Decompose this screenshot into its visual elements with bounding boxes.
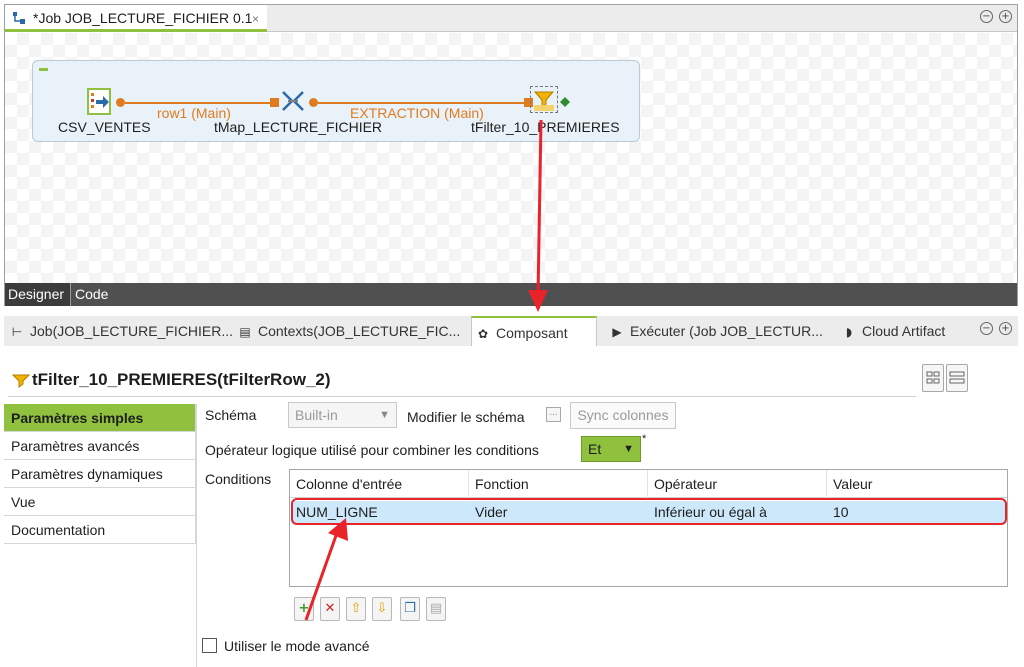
- schema-select[interactable]: Built-in ▼: [288, 402, 397, 428]
- chevron-down-icon: ▼: [379, 409, 390, 421]
- tab-job[interactable]: ⊢ Job(JOB_LECTURE_FICHIER...: [10, 316, 233, 346]
- tab-cloud-artifact[interactable]: ◗ Cloud Artifact: [842, 316, 945, 346]
- column-header-operator[interactable]: Opérateur: [648, 470, 827, 498]
- nav-item-advanced[interactable]: Paramètres avancés: [4, 432, 196, 460]
- logical-operator-select[interactable]: Et ▼: [581, 436, 641, 462]
- reject-connector-icon[interactable]: [559, 96, 571, 108]
- nav-separator: [196, 404, 197, 667]
- tab-composant[interactable]: ✿ Composant: [471, 316, 597, 346]
- conditions-label: Conditions: [205, 471, 272, 487]
- link-extraction-label[interactable]: EXTRACTION (Main): [350, 105, 484, 121]
- settings-nav: Paramètres simples Paramètres avancés Pa…: [4, 404, 196, 544]
- view-list-icon[interactable]: [946, 364, 968, 392]
- link-row1[interactable]: [125, 102, 271, 104]
- filter-component-icon[interactable]: [533, 90, 555, 112]
- view-grid-icon[interactable]: [922, 364, 944, 392]
- collapse-icon[interactable]: [39, 68, 48, 71]
- csv-component-icon[interactable]: [87, 88, 113, 116]
- csv-component-label: CSV_VENTES: [58, 119, 151, 135]
- chevron-down-icon: ▼: [623, 443, 634, 455]
- properties-panel: ⊢ Job(JOB_LECTURE_FICHIER... ▤ Contexts(JO…: [4, 316, 1018, 667]
- palette-icon: ✿: [477, 327, 489, 341]
- designer-canvas[interactable]: CSV_VENTES row1 (Main) tMap_LECTURE_FICH…: [5, 33, 1017, 283]
- tmap-component-icon[interactable]: [281, 89, 305, 113]
- annotation-highlight: [291, 498, 1007, 525]
- job-editor: *Job JOB_LECTURE_FICHIER 0.1 × − + CSV_V…: [4, 4, 1018, 306]
- edit-schema-label: Modifier le schéma: [407, 409, 525, 425]
- tab-contexts-label: Contexts(JOB_LECTURE_FIC...: [258, 323, 461, 339]
- move-up-icon[interactable]: ⇧: [346, 597, 366, 621]
- tab-job-label: Job(JOB_LECTURE_FICHIER...: [30, 323, 234, 339]
- conditions-table[interactable]: Colonne d'entrée Fonction Opérateur Vale…: [289, 469, 1008, 587]
- tab-composant-label: Composant: [496, 325, 568, 341]
- required-mark: *: [642, 433, 647, 445]
- logical-operator-label: Opérateur logique utilisé pour combiner …: [205, 442, 539, 458]
- close-icon[interactable]: ×: [252, 12, 259, 26]
- column-header-value[interactable]: Valeur: [827, 470, 1007, 498]
- minimize-icon[interactable]: −: [980, 10, 993, 23]
- output-connector[interactable]: [116, 98, 125, 107]
- schema-label: Schéma: [205, 407, 257, 423]
- component-title: tFilter_10_PREMIERES(tFilterRow_2): [32, 370, 331, 389]
- editor-tab-bar: *Job JOB_LECTURE_FICHIER 0.1 × − +: [5, 5, 1017, 32]
- tab-designer[interactable]: Designer: [5, 283, 71, 306]
- filter-component-label: tFilter_10_PREMIERES: [471, 119, 620, 135]
- tab-cloud-label: Cloud Artifact: [862, 323, 946, 339]
- copy-icon[interactable]: ❐: [400, 597, 420, 621]
- output-connector[interactable]: [309, 98, 318, 107]
- panel-tab-bar: ⊢ Job(JOB_LECTURE_FICHIER... ▤ Contexts(JO…: [4, 316, 1018, 346]
- tab-contexts[interactable]: ▤ Contexts(JOB_LECTURE_FIC...: [238, 316, 460, 346]
- logical-operator-value: Et: [588, 441, 602, 457]
- run-icon: ▶: [612, 325, 622, 339]
- paste-icon[interactable]: ▤: [426, 597, 446, 621]
- move-down-icon[interactable]: ⇩: [372, 597, 392, 621]
- input-connector[interactable]: [270, 98, 279, 107]
- table-header: Colonne d'entrée Fonction Opérateur Vale…: [290, 470, 1007, 498]
- tab-executer[interactable]: ▶ Exécuter (Job JOB_LECTUR...: [610, 316, 823, 346]
- add-row-icon[interactable]: +: [294, 597, 314, 621]
- filter-component-icon: [12, 374, 30, 388]
- tab-code[interactable]: Code: [72, 283, 116, 306]
- contexts-icon: ▤: [239, 325, 251, 339]
- maximize-icon[interactable]: +: [999, 10, 1012, 23]
- advanced-mode-label: Utiliser le mode avancé: [224, 638, 370, 654]
- link-extraction[interactable]: [318, 102, 526, 104]
- advanced-mode-checkbox[interactable]: [202, 638, 217, 653]
- job-icon: [13, 12, 25, 24]
- nav-item-simple[interactable]: Paramètres simples: [4, 404, 196, 432]
- maximize-icon[interactable]: +: [999, 322, 1012, 335]
- nav-item-dynamic[interactable]: Paramètres dynamiques: [4, 460, 196, 488]
- editor-tab-job[interactable]: *Job JOB_LECTURE_FICHIER 0.1 ×: [5, 5, 267, 32]
- title-separator: [8, 396, 916, 397]
- job-icon: ⊢: [11, 325, 23, 339]
- tab-executer-label: Exécuter (Job JOB_LECTUR...: [630, 323, 823, 339]
- editor-bottom-tabs: Designer Code: [5, 283, 1017, 306]
- nav-item-view[interactable]: Vue: [4, 488, 196, 516]
- editor-tab-title: *Job JOB_LECTURE_FICHIER 0.1: [33, 10, 253, 26]
- column-header-function[interactable]: Fonction: [469, 470, 648, 498]
- tmap-component-label: tMap_LECTURE_FICHIER: [214, 119, 383, 135]
- cloud-icon: ◗: [845, 325, 853, 339]
- column-header-input[interactable]: Colonne d'entrée: [290, 470, 469, 498]
- sync-columns-button[interactable]: Sync colonnes: [570, 402, 676, 429]
- nav-item-documentation[interactable]: Documentation: [4, 516, 196, 544]
- delete-row-icon[interactable]: ✕: [320, 597, 340, 621]
- minimize-icon[interactable]: −: [980, 322, 993, 335]
- edit-schema-button[interactable]: ...: [546, 407, 561, 422]
- schema-value: Built-in: [295, 407, 338, 423]
